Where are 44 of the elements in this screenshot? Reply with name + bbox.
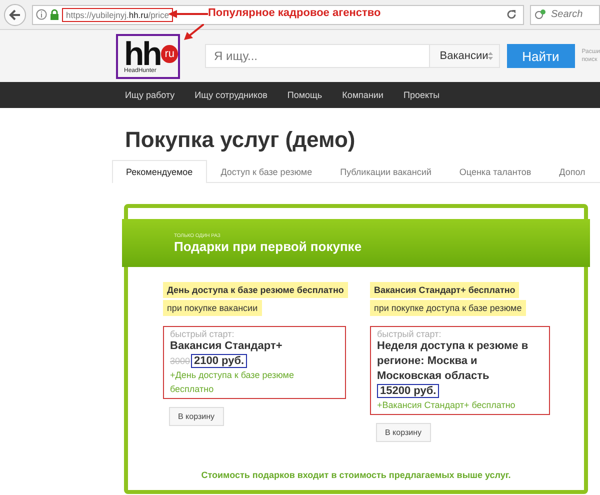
nav-link[interactable]: Компании bbox=[342, 90, 384, 100]
old-price: 3000 bbox=[170, 356, 190, 366]
annotation-arrow bbox=[184, 24, 204, 40]
logo-badge: ru bbox=[161, 44, 178, 62]
nav-link[interactable]: Ищу сотрудников bbox=[194, 90, 268, 100]
gift-title: День доступа к базе резюме бесплатно bbox=[163, 282, 348, 298]
search-field[interactable]: Я ищу... bbox=[205, 44, 430, 68]
info-icon bbox=[36, 9, 47, 20]
offer-kicker: быстрый старт: bbox=[377, 329, 442, 339]
offer-name: Неделя доступа к резюме в регионе: Москва и Московская область bbox=[377, 339, 530, 384]
tab[interactable]: Публикации вакансий bbox=[326, 160, 446, 182]
tab[interactable]: Доступ к базе резюме bbox=[206, 160, 326, 182]
browser-search-field[interactable]: Search bbox=[530, 4, 600, 24]
offer-bonus: +День доступа к базе резюме бесплатно bbox=[170, 369, 295, 396]
offer-kicker: быстрый старт: bbox=[170, 329, 236, 339]
offer-price: 15200 руб. bbox=[377, 384, 440, 398]
banner-title: Подарки при первой покупке bbox=[174, 238, 363, 254]
gift-title: Вакансия Стандарт+ бесплатно bbox=[370, 282, 520, 298]
offer-bonus: +Вакансия Стандарт+ бесплатно bbox=[377, 399, 516, 412]
offer-name: Вакансия Стандарт+ bbox=[170, 339, 284, 354]
nav-link[interactable]: Проекты bbox=[403, 90, 440, 100]
sort-arrows-icon bbox=[488, 51, 494, 61]
back-button[interactable] bbox=[4, 4, 26, 26]
promo-note: Стоимость подарков входит в стоимость предлагаемых выше услуг. bbox=[200, 470, 512, 480]
page-title: Покупка услуг (демо) bbox=[125, 126, 356, 154]
offer-price: 2100 руб. bbox=[191, 354, 248, 368]
add-to-cart-button[interactable]: В корзину bbox=[376, 423, 431, 442]
add-to-cart-button[interactable]: В корзину bbox=[169, 407, 224, 426]
nav-link[interactable]: Помощь bbox=[287, 90, 322, 100]
gift-condition: при покупке вакансии bbox=[163, 300, 262, 316]
reload-icon[interactable] bbox=[506, 9, 517, 20]
search-icon bbox=[534, 8, 546, 20]
nav-link[interactable]: Ищу работу bbox=[125, 90, 175, 100]
category-select[interactable]: Вакансии bbox=[430, 44, 500, 68]
logo-text: hh bbox=[124, 40, 160, 68]
annotation-arrow bbox=[168, 9, 208, 19]
gift-condition: при покупке доступа к базе резюме bbox=[370, 300, 526, 316]
tab[interactable]: Оценка талантов bbox=[445, 160, 546, 182]
url-text: https://yubilejnyj.hh.ru/price bbox=[62, 8, 174, 22]
tab[interactable]: Допол bbox=[545, 160, 600, 182]
annotation-text: Популярное кадровое агенство bbox=[208, 7, 381, 19]
tab[interactable]: Рекомендуемое bbox=[112, 160, 207, 183]
lock-icon bbox=[50, 9, 59, 20]
back-arrow-icon bbox=[9, 8, 21, 20]
